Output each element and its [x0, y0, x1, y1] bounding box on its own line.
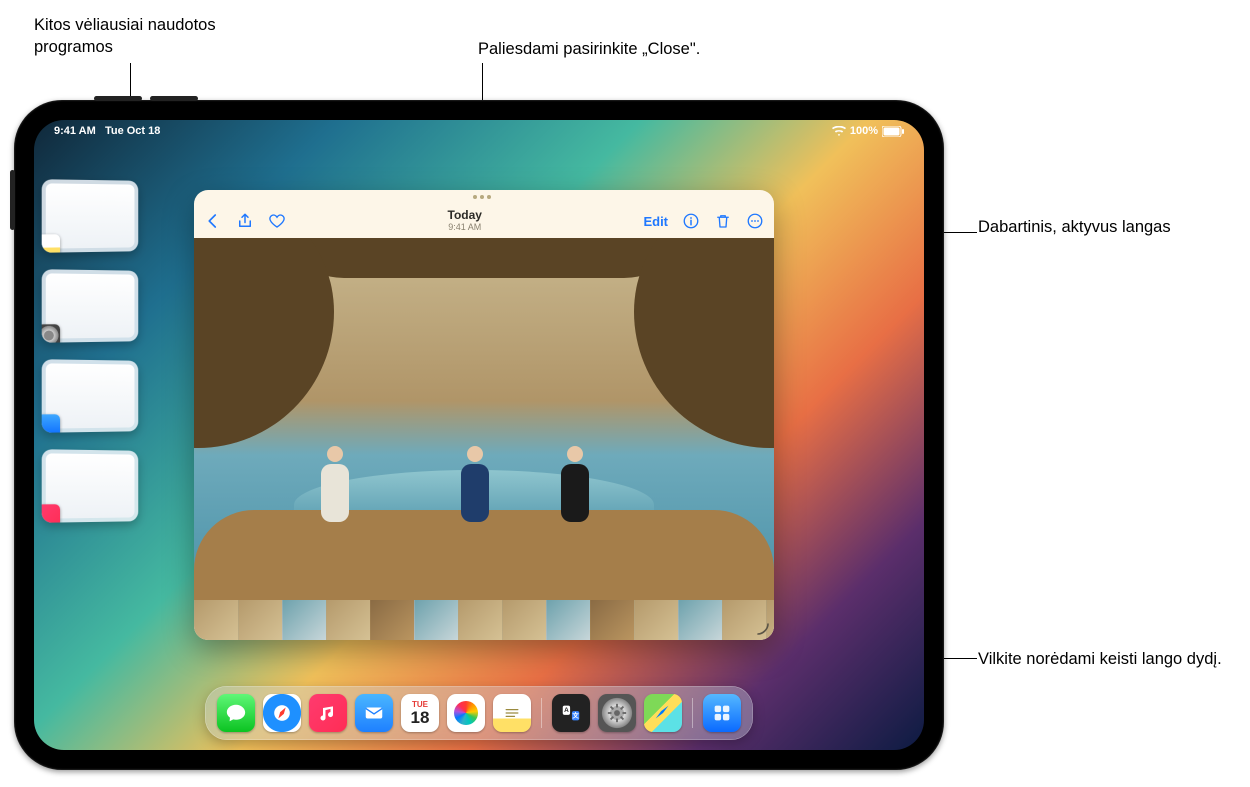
notes-icon	[42, 234, 60, 253]
power-button[interactable]	[10, 170, 15, 230]
dock-translate[interactable]: A文	[552, 694, 590, 732]
ipad-device: 9:41 AM Tue Oct 18 100%	[14, 100, 944, 770]
battery-icon	[882, 126, 904, 137]
photos-flower-icon	[454, 701, 478, 725]
callout-resize: Vilkite norėdami keisti lango dydį.	[978, 648, 1222, 670]
photo-decor	[454, 446, 496, 522]
recent-app-files[interactable]	[42, 359, 139, 433]
dock-notes[interactable]	[493, 694, 531, 732]
window-resize-handle[interactable]	[756, 622, 770, 636]
stage-manager-recents	[42, 180, 152, 522]
ipad-screen: 9:41 AM Tue Oct 18 100%	[34, 120, 924, 750]
dock-safari[interactable]	[263, 694, 301, 732]
active-window-photos[interactable]: Today 9:41 AM Edit	[194, 190, 774, 640]
recent-app-notes[interactable]	[42, 179, 139, 253]
dock-maps[interactable]	[644, 694, 682, 732]
callout-close: Paliesdami pasirinkite „Close".	[478, 38, 700, 60]
volume-down-button[interactable]	[150, 96, 198, 101]
photo-thumbnail-strip[interactable]	[194, 600, 774, 640]
recent-app-music[interactable]	[42, 449, 139, 523]
window-title: Today 9:41 AM	[448, 209, 482, 232]
photo-decor	[194, 238, 334, 448]
back-button[interactable]	[204, 212, 222, 230]
favorite-button[interactable]	[268, 212, 286, 230]
three-dots-icon[interactable]	[473, 195, 495, 199]
photo-decor	[554, 446, 596, 522]
photo-viewport[interactable]	[194, 238, 774, 600]
photo-title-main: Today	[448, 209, 482, 222]
dock-calendar[interactable]: TUE 18	[401, 694, 439, 732]
share-button[interactable]	[236, 212, 254, 230]
dock-separator	[541, 698, 542, 728]
photo-decor	[314, 446, 356, 522]
settings-icon	[42, 324, 60, 343]
dock-separator	[692, 698, 693, 728]
dock-photos[interactable]	[447, 694, 485, 732]
files-icon	[42, 414, 60, 433]
svg-text:文: 文	[572, 711, 579, 720]
status-right: 100%	[832, 125, 904, 137]
battery-percent: 100%	[850, 125, 878, 137]
photo-decor	[194, 510, 774, 600]
wifi-icon	[832, 126, 846, 137]
photo-decor	[274, 238, 694, 278]
dock-app-library[interactable]	[703, 694, 741, 732]
dock-messages[interactable]	[217, 694, 255, 732]
recent-app-settings[interactable]	[42, 269, 139, 343]
info-button[interactable]	[682, 212, 700, 230]
more-button[interactable]	[746, 212, 764, 230]
svg-text:A: A	[564, 707, 569, 714]
status-left: 9:41 AM Tue Oct 18	[54, 125, 160, 137]
status-bar: 9:41 AM Tue Oct 18 100%	[34, 120, 924, 142]
callout-active-window: Dabartinis, aktyvus langas	[978, 216, 1171, 238]
music-icon	[42, 504, 60, 523]
photo-decor	[634, 238, 774, 448]
dock: TUE 18 A文	[205, 686, 753, 740]
calendar-day-number: 18	[411, 709, 430, 726]
dock-music[interactable]	[309, 694, 347, 732]
dock-mail[interactable]	[355, 694, 393, 732]
volume-up-button[interactable]	[94, 96, 142, 101]
dock-settings[interactable]	[598, 694, 636, 732]
window-multitasking-handle[interactable]	[194, 190, 774, 204]
status-time: 9:41 AM	[54, 125, 96, 137]
status-date: Tue Oct 18	[105, 125, 160, 137]
delete-button[interactable]	[714, 212, 732, 230]
callout-recents: Kitos vėliausiai naudotos programos	[34, 14, 264, 59]
edit-button[interactable]: Edit	[643, 214, 668, 229]
photo-title-time: 9:41 AM	[448, 223, 482, 233]
photos-toolbar: Today 9:41 AM Edit	[194, 204, 774, 238]
